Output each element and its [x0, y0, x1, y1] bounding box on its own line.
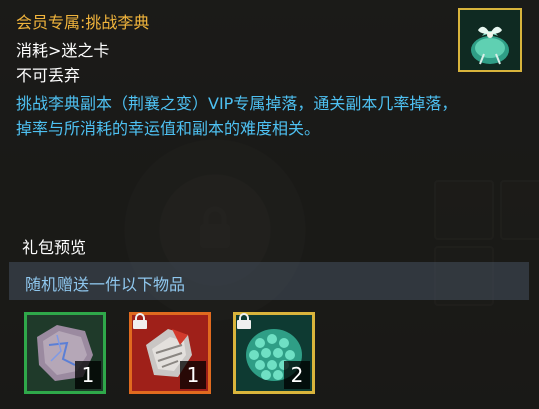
- item-icon-frame: [458, 8, 522, 72]
- droppable-line: 不可丢弃: [16, 66, 81, 85]
- description-line: 掉率与所消耗的幸运值和副本的难度相关。: [16, 119, 321, 138]
- cost-line: 消耗>迷之卡: [16, 41, 110, 60]
- item-tooltip: 会员专属:挑战李典 消耗>迷之卡 不可丢弃 挑战李典副本（荆襄之变）VIP专属掉…: [0, 0, 539, 409]
- lock-icon: [133, 313, 147, 329]
- reward-slot[interactable]: 1: [24, 312, 106, 394]
- reward-count: 1: [180, 361, 206, 389]
- green-gift-pouch-icon: [460, 10, 520, 70]
- lock-icon: [237, 313, 251, 329]
- random-gift-text: 随机赠送一件以下物品: [25, 275, 186, 294]
- reward-count: 2: [284, 361, 310, 389]
- item-description: 挑战李典副本（荆襄之变）VIP专属掉落，通关副本几率掉落， 掉率与所消耗的幸运值…: [16, 91, 516, 141]
- reward-count: 1: [75, 361, 101, 389]
- random-gift-band: 随机赠送一件以下物品: [9, 262, 529, 300]
- description-line: 挑战李典副本（荆襄之变）VIP专属掉落，通关副本几率掉落，: [16, 94, 458, 113]
- gift-preview-label: 礼包预览: [22, 238, 87, 257]
- item-title: 会员专属:挑战李典: [16, 13, 150, 32]
